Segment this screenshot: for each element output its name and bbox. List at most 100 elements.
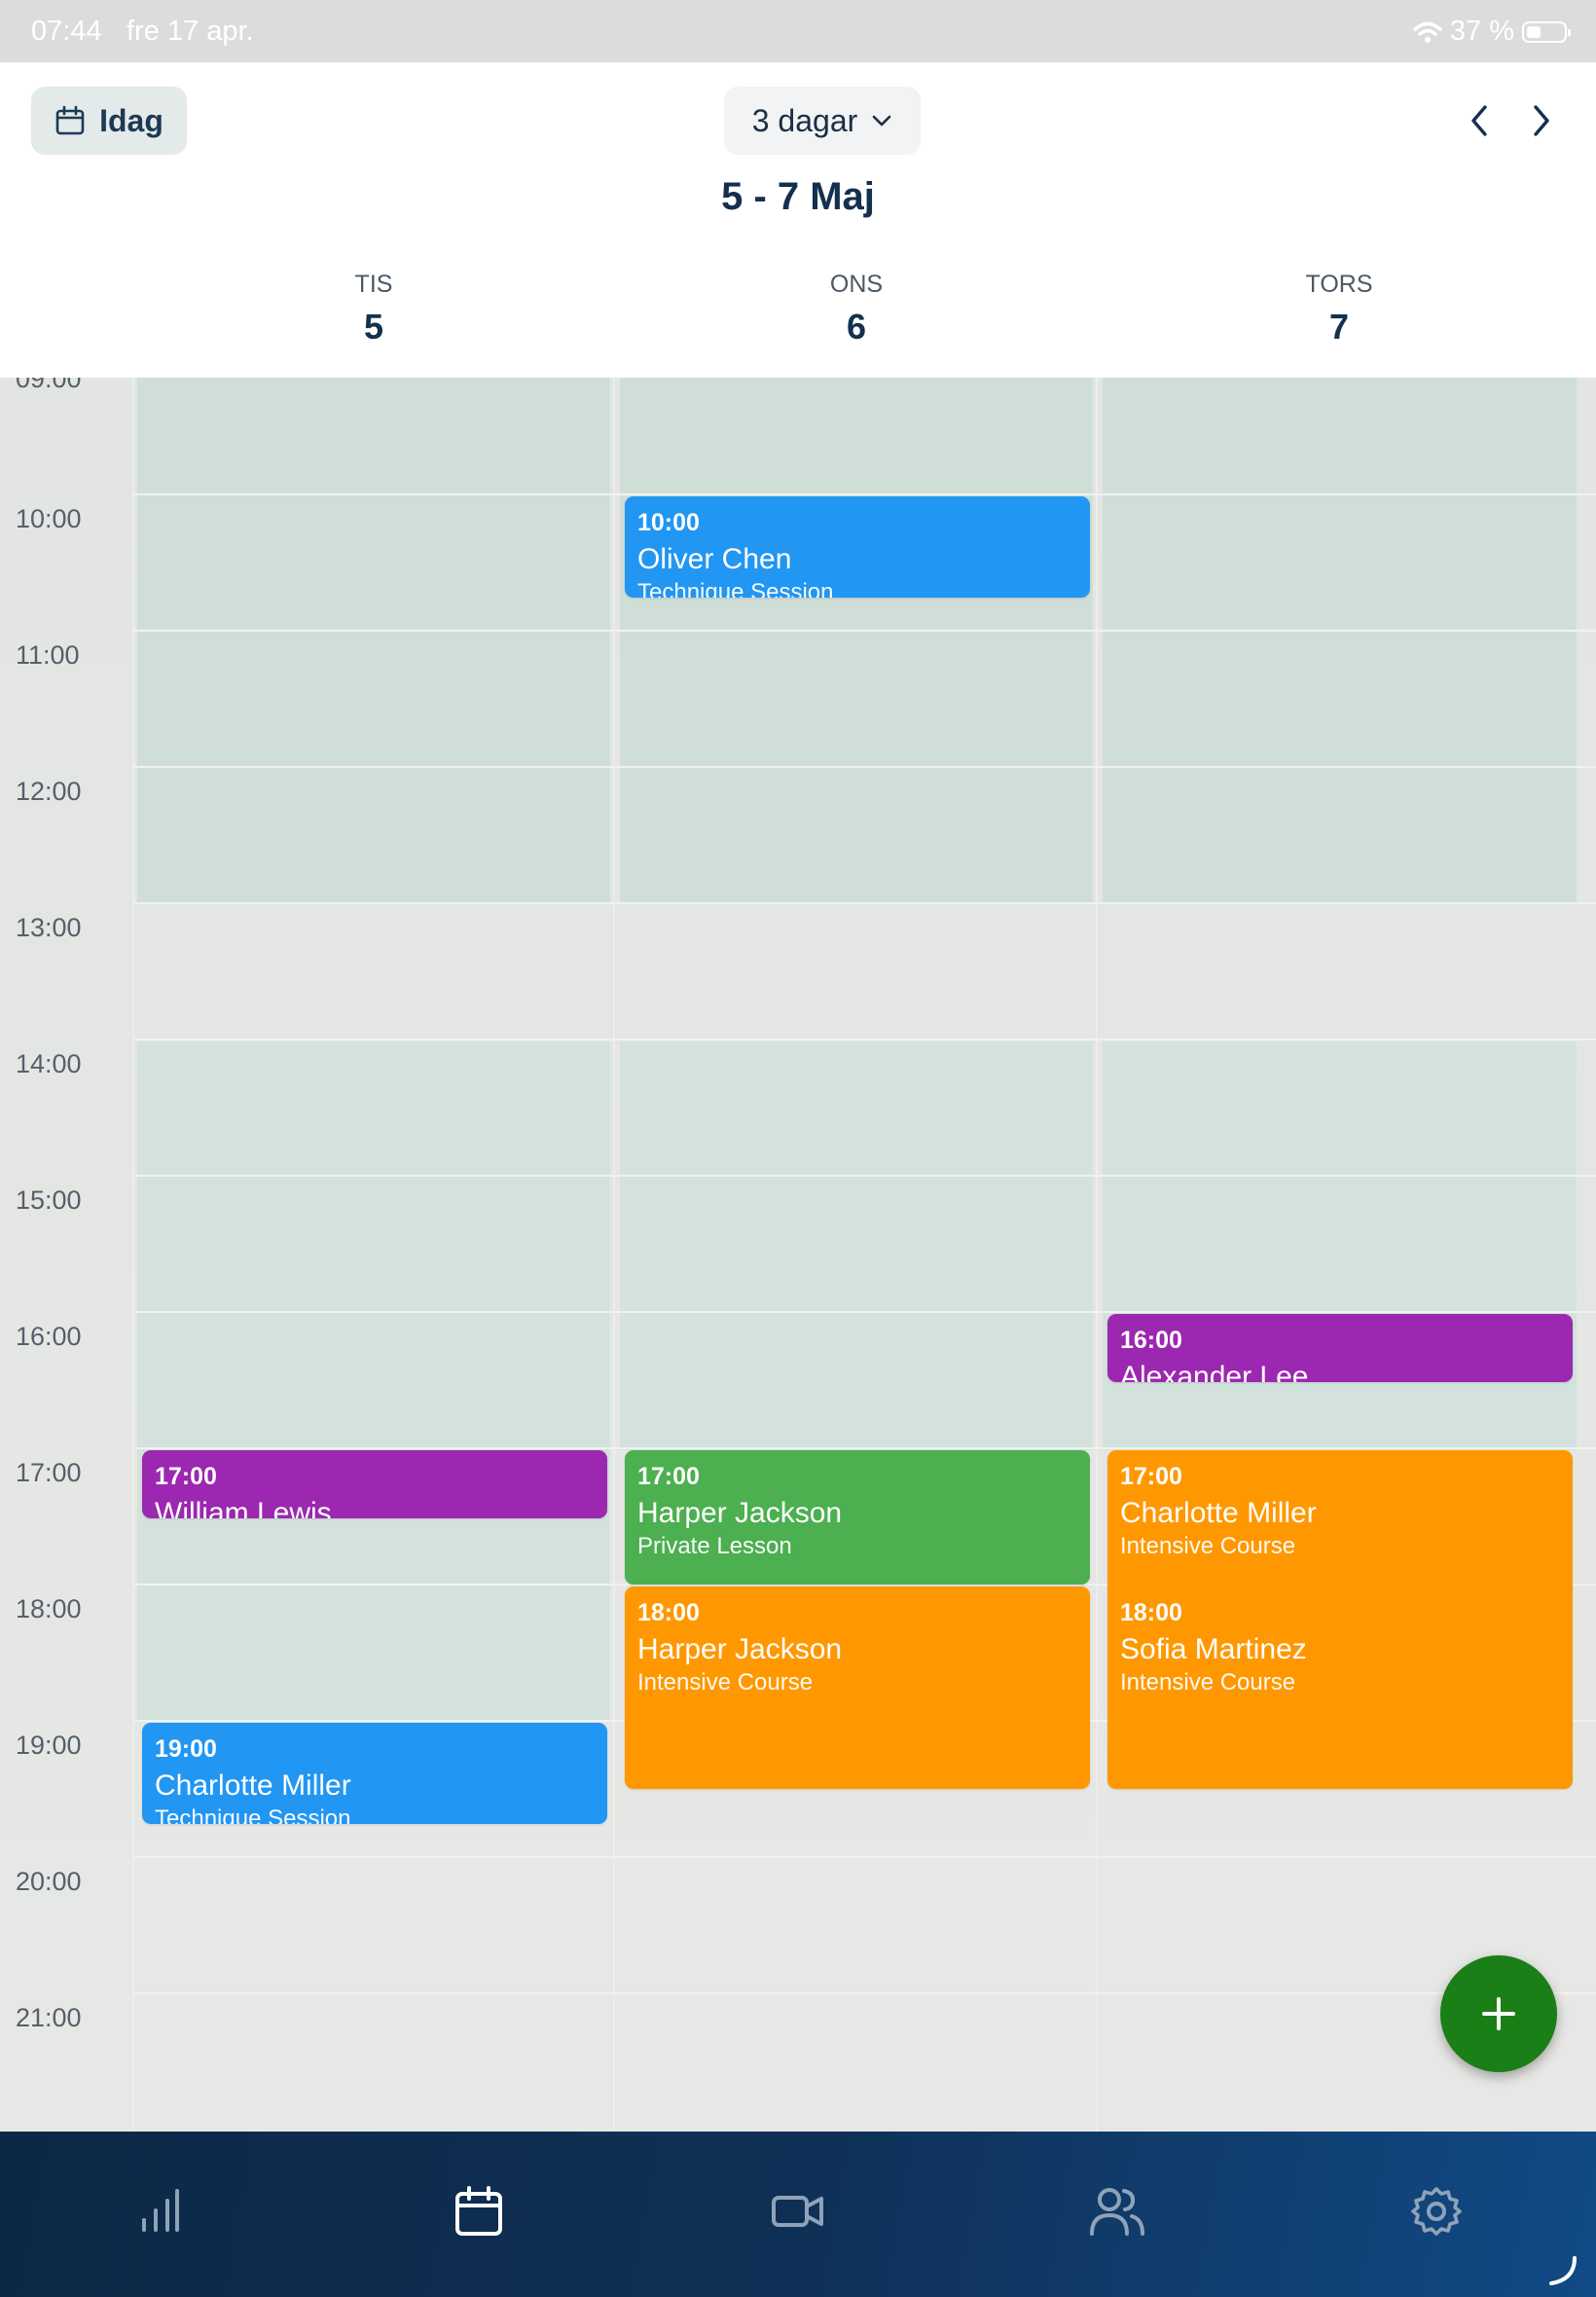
nav-calendar[interactable]	[440, 2180, 518, 2242]
event-type: Technique Session	[637, 579, 834, 598]
event-type: Intensive Course	[637, 1669, 814, 1695]
calendar-grid[interactable]: 09:00 10:00 11:00 12:00 13:00 14:00 15:0…	[0, 378, 1596, 2132]
availability-block	[620, 378, 1093, 903]
loading-indicator-icon	[1549, 2256, 1577, 2285]
battery-icon	[1522, 20, 1571, 43]
hour-line	[134, 766, 1596, 768]
column-divider	[132, 378, 134, 2132]
time-label: 18:00	[16, 1594, 82, 1623]
chevron-right-icon	[1534, 105, 1549, 136]
today-label: Idag	[99, 102, 163, 138]
event-type: Intensive Course	[1120, 1533, 1296, 1559]
event-name: Charlotte Miller	[1120, 1497, 1317, 1529]
add-event-button[interactable]	[1440, 1955, 1557, 2072]
availability-block	[137, 1041, 610, 1721]
hour-line	[134, 902, 1596, 904]
availability-block	[137, 378, 610, 903]
hour-line	[134, 630, 1596, 632]
today-button[interactable]: Idag	[31, 87, 187, 155]
event-card[interactable]: 17:00 Harper Jackson Private Lesson	[625, 1450, 1090, 1585]
event-name: Oliver Chen	[637, 543, 792, 575]
column-divider	[613, 378, 615, 2132]
battery-percent: 37 %	[1449, 16, 1514, 47]
time-label: 11:00	[16, 640, 80, 670]
nav-video[interactable]	[759, 2180, 837, 2242]
day-name: ONS	[829, 271, 884, 298]
column-divider	[1096, 378, 1098, 2132]
chevron-down-icon	[872, 115, 891, 127]
event-time: 18:00	[1120, 1599, 1182, 1626]
hour-line	[134, 493, 1596, 495]
event-type: Private Lesson	[637, 1533, 792, 1559]
nav-statistics[interactable]	[121, 2180, 199, 2242]
gear-icon	[1411, 2187, 1462, 2236]
plus-icon	[1482, 1997, 1515, 2030]
event-card[interactable]: 16:00 Alexander Lee	[1107, 1314, 1573, 1382]
availability-block	[620, 1041, 1093, 1450]
hour-line	[134, 1311, 1596, 1313]
calendar-icon	[455, 2186, 502, 2236]
wifi-icon	[1413, 21, 1442, 43]
status-bar: 07:44 fre 17 apr. 37 %	[0, 0, 1596, 62]
day-header-3[interactable]: TORS 7	[1098, 271, 1580, 347]
status-time: 07:44	[31, 16, 102, 47]
event-card[interactable]: 18:00 Harper Jackson Intensive Course	[625, 1586, 1090, 1789]
day-name: TORS	[1305, 271, 1373, 298]
hour-line	[134, 1447, 1596, 1449]
day-number: 7	[1328, 307, 1350, 346]
nav-clients[interactable]	[1078, 2180, 1156, 2242]
event-time: 17:00	[1120, 1463, 1182, 1490]
event-name: Alexander Lee	[1120, 1361, 1309, 1382]
date-range-title: 5 - 7 Maj	[721, 175, 875, 218]
video-camera-icon	[772, 2196, 823, 2227]
users-icon	[1090, 2188, 1144, 2236]
day-name: TIS	[354, 271, 393, 298]
event-name: Charlotte Miller	[155, 1769, 351, 1802]
event-time: 17:00	[155, 1463, 217, 1490]
day-number: 5	[363, 307, 384, 346]
time-label: 10:00	[16, 504, 82, 533]
hour-line	[134, 1856, 1596, 1858]
view-selector[interactable]: 3 dagar	[724, 87, 921, 155]
event-time: 16:00	[1120, 1327, 1182, 1354]
event-card[interactable]: 19:00 Charlotte Miller Technique Session	[142, 1723, 607, 1824]
event-time: 10:00	[637, 509, 700, 536]
event-name: William Lewis	[155, 1497, 332, 1518]
event-time: 17:00	[637, 1463, 700, 1490]
nav-settings[interactable]	[1397, 2180, 1475, 2242]
time-label: 15:00	[16, 1185, 82, 1215]
event-time: 19:00	[155, 1735, 217, 1763]
time-label: 21:00	[16, 2003, 82, 2032]
time-label: 13:00	[16, 913, 82, 942]
view-label: 3 dagar	[751, 102, 858, 138]
time-label: 17:00	[16, 1458, 82, 1487]
time-label: 14:00	[16, 1049, 82, 1078]
status-date: fre 17 apr.	[127, 16, 254, 47]
event-card[interactable]: 17:00 William Lewis	[142, 1450, 607, 1518]
bottom-navigation	[0, 2132, 1596, 2297]
calendar-header: Idag 3 dagar 5 - 7 Maj TIS 5 ONS 6 TORS …	[0, 62, 1596, 378]
hour-line	[134, 1992, 1596, 1994]
bar-chart-icon	[142, 2189, 179, 2232]
day-header-1[interactable]: TIS 5	[132, 271, 615, 347]
time-label: 19:00	[16, 1731, 82, 1760]
event-name: Sofia Martinez	[1120, 1633, 1307, 1665]
day-header-2[interactable]: ONS 6	[615, 271, 1098, 347]
hour-line	[134, 1175, 1596, 1177]
event-card[interactable]: 18:00 Sofia Martinez Intensive Course	[1107, 1586, 1573, 1789]
event-card[interactable]: 10:00 Oliver Chen Technique Session	[625, 496, 1090, 598]
next-button[interactable]	[1520, 99, 1563, 142]
event-name: Harper Jackson	[637, 1497, 843, 1529]
event-time: 18:00	[637, 1599, 700, 1626]
availability-block	[1103, 378, 1577, 903]
event-type: Technique Session	[155, 1805, 351, 1824]
day-number: 6	[846, 307, 867, 346]
calendar-icon	[55, 105, 85, 135]
chevron-left-icon	[1471, 105, 1487, 136]
time-label: 09:00	[16, 378, 82, 393]
event-type: Intensive Course	[1120, 1669, 1296, 1695]
event-name: Harper Jackson	[637, 1633, 843, 1665]
time-label: 20:00	[16, 1867, 82, 1896]
previous-button[interactable]	[1458, 99, 1501, 142]
time-label: 12:00	[16, 777, 82, 806]
